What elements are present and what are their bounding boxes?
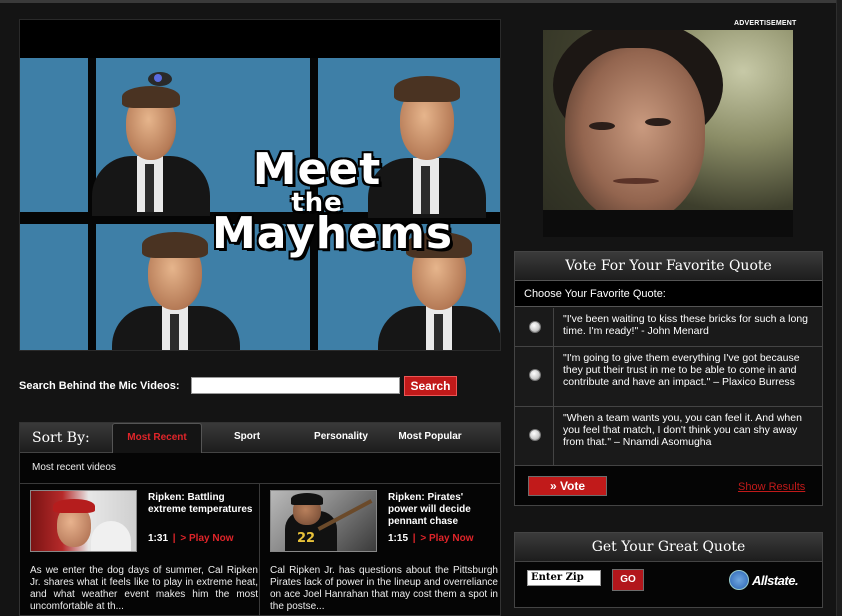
video-character-image (92, 72, 210, 216)
tab-most-popular[interactable]: Most Popular (390, 423, 470, 453)
video-search-bar: Search Behind the Mic Videos: Search (19, 376, 479, 396)
quote-poll-panel: Vote For Your Favorite Quote Choose Your… (514, 251, 823, 506)
sort-subtitle: Most recent videos (32, 462, 116, 473)
search-input[interactable] (191, 377, 400, 394)
zip-input[interactable]: Enter Zip (527, 570, 601, 586)
search-label: Search Behind the Mic Videos: (19, 380, 180, 392)
video-title-link[interactable]: Ripken: Pirates' power will decide penna… (388, 492, 495, 528)
poll-option[interactable]: "I've been waiting to kiss these bricks … (515, 308, 822, 347)
featured-video-player[interactable]: Meet the Mayhems (19, 19, 501, 351)
poll-radio[interactable] (529, 429, 541, 441)
tab-personality[interactable]: Personality (300, 423, 382, 453)
quote-body: Enter Zip GO Allstate. (515, 561, 822, 607)
show-results-link[interactable]: Show Results (738, 481, 805, 493)
video-meta: 1:31 | > Play Now (148, 533, 258, 544)
meta-separator: | (412, 533, 416, 544)
quote-header: Get Your Great Quote (515, 533, 822, 561)
allstate-logo[interactable]: Allstate. (729, 570, 799, 590)
poll-option[interactable]: "I'm going to give them everything I've … (515, 347, 822, 407)
play-now-link[interactable]: > Play Now (420, 533, 473, 544)
insurance-quote-panel: Get Your Great Quote Enter Zip GO Allsta… (514, 532, 823, 608)
sort-label: Sort By: (32, 430, 90, 446)
poll-option-text: "I've been waiting to kiss these bricks … (563, 313, 809, 337)
vote-button[interactable]: » Vote (528, 476, 607, 496)
play-now-link[interactable]: > Play Now (180, 533, 233, 544)
poll-option-text: "I'm going to give them everything I've … (563, 352, 800, 388)
tab-sport[interactable]: Sport (210, 423, 284, 453)
video-thumbnail[interactable] (30, 490, 137, 552)
title-word: Mayhems (212, 208, 454, 259)
video-card[interactable]: 22 Ripken: Pirates' power will decide pe… (270, 490, 498, 615)
title-word: Meet (252, 144, 382, 195)
video-meta: 1:15 | > Play Now (388, 533, 498, 544)
sort-bar: Sort By: Most Recent Sport Personality M… (20, 423, 500, 453)
radio-cell (515, 407, 554, 465)
poll-option-text: "When a team wants you, you can feel it.… (563, 412, 802, 448)
poll-radio[interactable] (529, 321, 541, 333)
poll-option[interactable]: "When a team wants you, you can feel it.… (515, 407, 822, 466)
video-duration: 1:15 (388, 533, 409, 544)
meta-separator: | (172, 533, 176, 544)
video-card[interactable]: Ripken: Battling extreme temperatures 1:… (30, 490, 258, 615)
search-button[interactable]: Search (404, 376, 457, 396)
divider (259, 484, 260, 616)
radio-cell (515, 308, 554, 346)
video-thumbnail[interactable]: 22 (270, 490, 377, 552)
advertisement-image[interactable] (543, 30, 793, 237)
go-button[interactable]: GO (612, 569, 644, 591)
video-duration: 1:31 (148, 533, 169, 544)
radio-cell (515, 347, 554, 406)
right-edge-scrollbar (836, 0, 842, 616)
video-description: Cal Ripken Jr. has questions about the P… (270, 565, 498, 612)
poll-header: Vote For Your Favorite Quote (515, 252, 822, 280)
brand-name: Allstate. (752, 572, 799, 588)
video-title-link[interactable]: Ripken: Battling extreme temperatures (148, 492, 255, 516)
top-border (0, 0, 842, 3)
tab-most-recent[interactable]: Most Recent (112, 423, 202, 453)
divider (20, 483, 500, 484)
poll-subheader: Choose Your Favorite Quote: (515, 280, 822, 307)
poll-radio[interactable] (529, 369, 541, 381)
allstate-hands-icon (729, 570, 749, 590)
video-description: As we enter the dog days of summer, Cal … (30, 565, 258, 612)
advertisement-label: ADVERTISEMENT (734, 20, 797, 27)
video-title-logo: Meet the Mayhems (212, 144, 454, 259)
video-list-panel: Sort By: Most Recent Sport Personality M… (19, 422, 501, 616)
poll-footer: » Vote Show Results (515, 466, 822, 505)
